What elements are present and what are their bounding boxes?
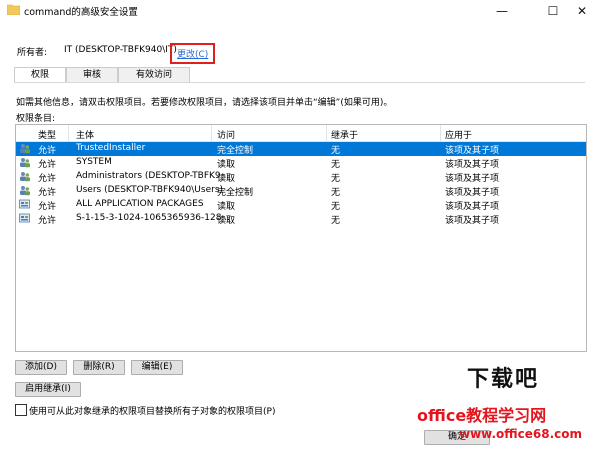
row-principal: S-1-15-3-1024-1065365936-128... bbox=[76, 213, 231, 223]
row-inherited-from: 无 bbox=[331, 160, 341, 170]
table-row[interactable]: 允许 TrustedInstaller 完全控制 无 该项及其子项 bbox=[16, 142, 586, 156]
row-access: 读取 bbox=[217, 216, 236, 226]
permission-entries-list[interactable]: 类型 主体 访问 继承于 应用于 允许 TrustedInstaller 完全控制无… bbox=[15, 124, 587, 352]
tab-effective-access[interactable]: 有效访问 bbox=[118, 67, 190, 82]
window-title: command的高级安全设置 bbox=[24, 7, 138, 18]
row-applies-to: 该项及其子项 bbox=[445, 188, 500, 198]
row-principal: ALL APPLICATION PACKAGES bbox=[76, 199, 204, 209]
edit-button[interactable]: 编辑(E) bbox=[131, 360, 183, 375]
table-row[interactable]: 允许 Users (DESKTOP-TBFK940\Users) 完全控制 无 该项及其… bbox=[16, 184, 586, 198]
row-inherited-from: 无 bbox=[331, 188, 341, 198]
column-header-inherited-from[interactable]: 继承于 bbox=[331, 128, 358, 141]
row-applies-to: 该项及其子项 bbox=[445, 202, 500, 212]
row-inherited-from: 无 bbox=[331, 174, 341, 184]
row-access: 读取 bbox=[217, 202, 236, 212]
user-group-icon bbox=[20, 172, 30, 182]
column-header-type[interactable]: 类型 bbox=[38, 128, 56, 141]
row-access: 完全控制 bbox=[217, 146, 254, 156]
row-principal: SYSTEM bbox=[76, 157, 112, 167]
table-row[interactable]: 允许 Administrators (DESKTOP-TBFK9... 读取 无 该项及… bbox=[16, 170, 586, 184]
table-row[interactable]: 允许 SYSTEM 读取 无 该项及其子项 bbox=[16, 156, 586, 170]
row-inherited-from: 无 bbox=[331, 202, 341, 212]
row-access: 读取 bbox=[217, 160, 236, 170]
package-icon bbox=[19, 199, 30, 209]
enable-inheritance-button[interactable]: 启用继承(I) bbox=[15, 382, 81, 397]
maximize-icon: ☐ bbox=[547, 4, 559, 18]
row-type: 允许 bbox=[38, 188, 57, 198]
user-group-icon bbox=[20, 186, 30, 196]
table-row[interactable]: 允许 ALL APPLICATION PACKAGES 读取 无 该项及其子项 bbox=[16, 198, 586, 212]
change-owner-link[interactable]: 更改(C) bbox=[170, 43, 216, 64]
row-applies-to: 该项及其子项 bbox=[445, 160, 500, 170]
row-applies-to: 该项及其子项 bbox=[445, 216, 500, 226]
column-header-access[interactable]: 访问 bbox=[217, 128, 235, 141]
tab-permissions[interactable]: 权限 bbox=[14, 67, 66, 83]
tab-panel-divider bbox=[14, 82, 585, 83]
row-applies-to: 该项及其子项 bbox=[445, 174, 500, 184]
table-row[interactable]: 允许 S-1-15-3-1024-1065365936-128... 读取 无 该项及其… bbox=[16, 212, 586, 226]
watermark: 下载吧 office教程学习网 www.office68.com bbox=[415, 361, 600, 449]
row-type: 允许 bbox=[38, 160, 57, 170]
minimize-icon: — bbox=[496, 4, 508, 18]
owner-label: 所有者: bbox=[17, 48, 48, 58]
list-header: 类型 主体 访问 继承于 应用于 bbox=[16, 125, 586, 142]
row-principal: Users (DESKTOP-TBFK940\Users) bbox=[76, 185, 224, 195]
remove-button[interactable]: 删除(R) bbox=[73, 360, 125, 375]
replace-child-permissions-checkbox[interactable] bbox=[15, 404, 27, 416]
close-icon: ✕ bbox=[576, 4, 588, 18]
tab-auditing[interactable]: 审核 bbox=[66, 67, 118, 82]
column-header-applies-to[interactable]: 应用于 bbox=[445, 128, 472, 141]
row-type: 允许 bbox=[38, 146, 57, 156]
watermark-brand: 下载吧 bbox=[467, 367, 540, 392]
add-button[interactable]: 添加(D) bbox=[15, 360, 67, 375]
watermark-site-name: office教程学习网 bbox=[417, 406, 547, 425]
row-inherited-from: 无 bbox=[331, 216, 341, 226]
user-group-icon bbox=[20, 144, 30, 154]
replace-child-permissions-label: 使用可从此对象继承的权限项目替换所有子对象的权限项目(P) bbox=[29, 407, 276, 417]
row-access: 读取 bbox=[217, 174, 236, 184]
column-header-principal[interactable]: 主体 bbox=[76, 128, 94, 141]
permission-entries-label: 权限条目: bbox=[16, 114, 56, 124]
info-text: 如需其他信息，请双击权限项目。若要修改权限项目，请选择该项目并单击“编辑”(如果… bbox=[16, 98, 393, 108]
row-access: 完全控制 bbox=[217, 188, 254, 198]
row-type: 允许 bbox=[38, 216, 57, 226]
row-inherited-from: 无 bbox=[331, 146, 341, 156]
close-button[interactable]: ✕ bbox=[562, 0, 600, 22]
package-icon bbox=[19, 213, 30, 223]
row-principal: Administrators (DESKTOP-TBFK9... bbox=[76, 171, 230, 181]
minimize-button[interactable]: — bbox=[482, 0, 522, 22]
folder-icon bbox=[7, 4, 20, 15]
row-type: 允许 bbox=[38, 202, 57, 212]
owner-value: IT (DESKTOP-TBFK940\IT) bbox=[64, 45, 177, 55]
watermark-url: www.office68.com bbox=[459, 427, 583, 441]
user-group-icon bbox=[20, 158, 30, 168]
row-principal: TrustedInstaller bbox=[76, 143, 146, 153]
row-type: 允许 bbox=[38, 174, 57, 184]
row-applies-to: 该项及其子项 bbox=[445, 146, 500, 156]
title-bar: command的高级安全设置 — ☐ ✕ bbox=[0, 0, 600, 22]
